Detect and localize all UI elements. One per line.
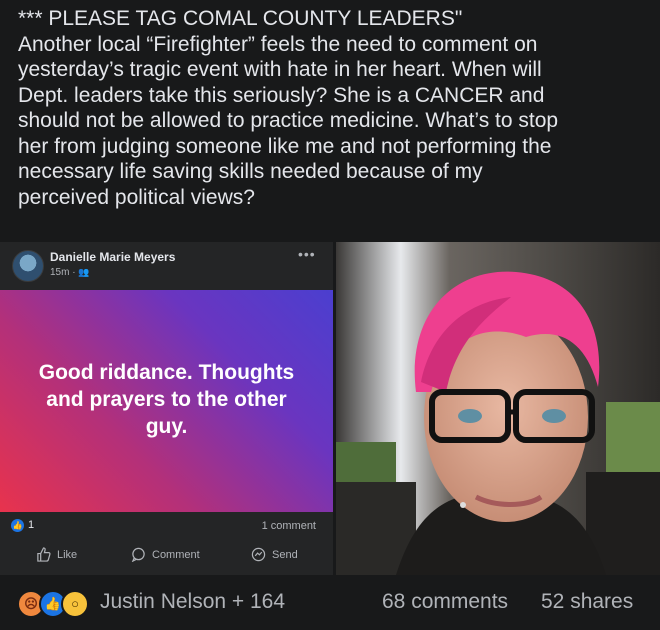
selfie-photo <box>336 242 660 575</box>
send-label: Send <box>272 548 298 561</box>
reaction-icons[interactable]: ☹ 👍 ○ <box>17 590 89 618</box>
post-line: Dept. leaders take this seriously? She i… <box>18 83 545 107</box>
post-line: should not be allowed to practice medici… <box>18 109 559 132</box>
avatar[interactable] <box>12 250 44 282</box>
more-dots-icon[interactable]: ••• <box>298 246 316 262</box>
like-count[interactable]: 1 <box>28 519 34 531</box>
post-line: *** PLEASE TAG COMAL COUNTY LEADERS" <box>18 7 463 30</box>
send-button[interactable]: Send <box>251 547 298 562</box>
post-line: her from judging someone like me and not… <box>18 134 552 158</box>
thumbs-up-icon <box>37 547 51 562</box>
comment-count[interactable]: 1 comment <box>262 520 316 532</box>
banner-text: Good riddance. Thoughts and prayers to t… <box>38 360 295 438</box>
comment-button[interactable]: Comment <box>131 547 200 562</box>
post-time: 15m · 👥 <box>50 267 90 278</box>
text-banner: Good riddance. Thoughts and prayers to t… <box>0 290 333 512</box>
comments-count[interactable]: 68 comments <box>382 590 508 614</box>
post-text: *** PLEASE TAG COMAL COUNTY LEADERS" Ano… <box>18 6 648 210</box>
author-name[interactable]: Danielle Marie Meyers <box>50 250 175 264</box>
profile-photo[interactable] <box>336 242 660 575</box>
post-line: necessary life saving skills needed beca… <box>18 160 483 183</box>
post-line: perceived political views? <box>18 185 255 209</box>
reactors-summary[interactable]: Justin Nelson + 164 <box>100 590 285 614</box>
like-button[interactable]: Like <box>36 547 77 562</box>
post-time-label: 15m · <box>50 267 76 278</box>
shares-count[interactable]: 52 shares <box>541 590 633 614</box>
comment-bubble-icon <box>131 547 145 562</box>
like-label: Like <box>57 548 78 561</box>
post-line: Another local “Firefighter” feels the ne… <box>18 32 538 56</box>
friends-icon: 👥 <box>78 267 90 277</box>
comment-label: Comment <box>152 548 200 561</box>
messenger-icon <box>251 547 266 562</box>
wow-reaction-icon: ○ <box>61 590 89 618</box>
like-reaction-icon[interactable]: 👍 <box>11 519 24 532</box>
post-line: yesterday’s tragic event with hate in he… <box>18 58 542 81</box>
